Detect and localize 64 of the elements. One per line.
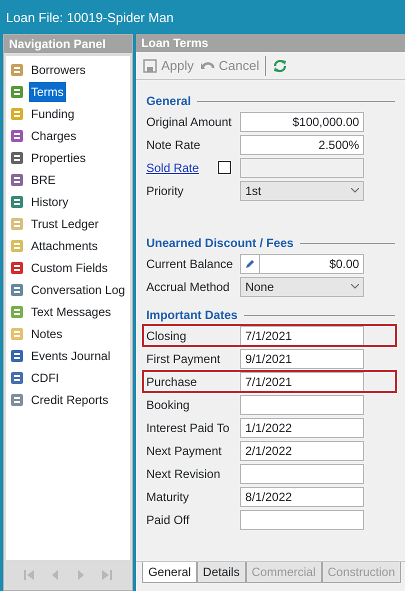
input-field[interactable]: 1/1/2022	[240, 418, 364, 438]
section-title: Unearned Discount / Fees	[146, 235, 294, 252]
nav-item[interactable]: Attachments	[29, 236, 100, 256]
edit-button[interactable]	[240, 254, 260, 274]
chevron-icon	[351, 284, 360, 289]
field-label: Priority	[146, 182, 185, 200]
nav-item[interactable]: Notes	[29, 324, 64, 344]
nav-item[interactable]: Text Messages	[29, 302, 114, 322]
nav-item[interactable]: Events Journal	[29, 346, 112, 366]
input-field[interactable]: 9/1/2021	[240, 348, 364, 368]
section-title: General	[146, 93, 191, 110]
pencil-icon	[245, 258, 256, 268]
input-field[interactable]: 7/1/2021	[240, 372, 364, 392]
checkbox[interactable]	[218, 161, 232, 174]
field-label: Interest Paid To	[146, 420, 230, 436]
nav-item[interactable]: Properties	[29, 148, 88, 168]
field-label: Paid Off	[146, 512, 190, 528]
window-title: Loan File: 10019-Spider Man	[5, 9, 175, 27]
nav-item[interactable]: CDFI	[29, 368, 61, 388]
nav-item[interactable]: Trust Ledger	[29, 214, 101, 234]
input-field[interactable]	[240, 464, 364, 484]
last-icon[interactable]	[101, 568, 114, 582]
input-field[interactable]: 8/1/2022	[240, 486, 364, 506]
input-field[interactable]	[240, 158, 364, 178]
tab[interactable]: Details	[196, 562, 246, 583]
field-label: Current Balance	[146, 256, 234, 272]
nav-item[interactable]: Borrowers	[29, 60, 88, 80]
field-label: Closing	[146, 328, 188, 344]
input-field[interactable]: 2/1/2022	[240, 440, 364, 460]
field-label: Note Rate	[146, 136, 202, 154]
nav-item[interactable]: BRE	[29, 170, 58, 190]
panel-header: Loan Terms	[136, 34, 405, 52]
panel-header: Navigation Panel	[4, 35, 132, 53]
field-label: Booking	[146, 396, 191, 414]
field-label: Accrual Method	[146, 278, 231, 296]
field-label: Next Revision	[146, 466, 222, 482]
nav-item[interactable]: Funding	[29, 104, 76, 124]
section-title: Important Dates	[146, 307, 238, 324]
input-field[interactable]: $0.00	[260, 254, 364, 274]
link[interactable]: Sold Rate	[146, 158, 218, 176]
refresh-button[interactable]	[272, 58, 288, 74]
input-field[interactable]	[240, 510, 364, 530]
field-label: Purchase	[146, 374, 198, 390]
field-label: Original Amount	[146, 114, 233, 130]
nav-item[interactable]: Custom Fields	[29, 258, 110, 278]
tab[interactable]: General	[142, 562, 197, 583]
field-label: First Payment	[146, 350, 222, 368]
save-icon	[142, 58, 158, 74]
first-icon[interactable]	[23, 568, 36, 582]
dropdown[interactable]: None	[240, 276, 364, 296]
refresh-icon	[272, 58, 288, 74]
nav-item[interactable]: Conversation Log	[29, 280, 128, 300]
input-field[interactable]: 2.500%	[240, 134, 364, 154]
nav-item[interactable]: History	[29, 192, 70, 212]
nav-item[interactable]: Terms	[29, 82, 66, 102]
field-label: Maturity	[146, 488, 190, 506]
input-field[interactable]	[240, 394, 364, 414]
chevron-icon	[351, 188, 360, 193]
dropdown[interactable]: 1st	[240, 180, 364, 200]
field-label: Next Payment	[146, 442, 223, 460]
input-field[interactable]: 7/1/2021	[240, 326, 364, 346]
nav-item[interactable]: Charges	[29, 126, 78, 146]
nav-item[interactable]: Credit Reports	[29, 390, 110, 410]
input-field[interactable]: $100,000.00	[240, 112, 364, 132]
